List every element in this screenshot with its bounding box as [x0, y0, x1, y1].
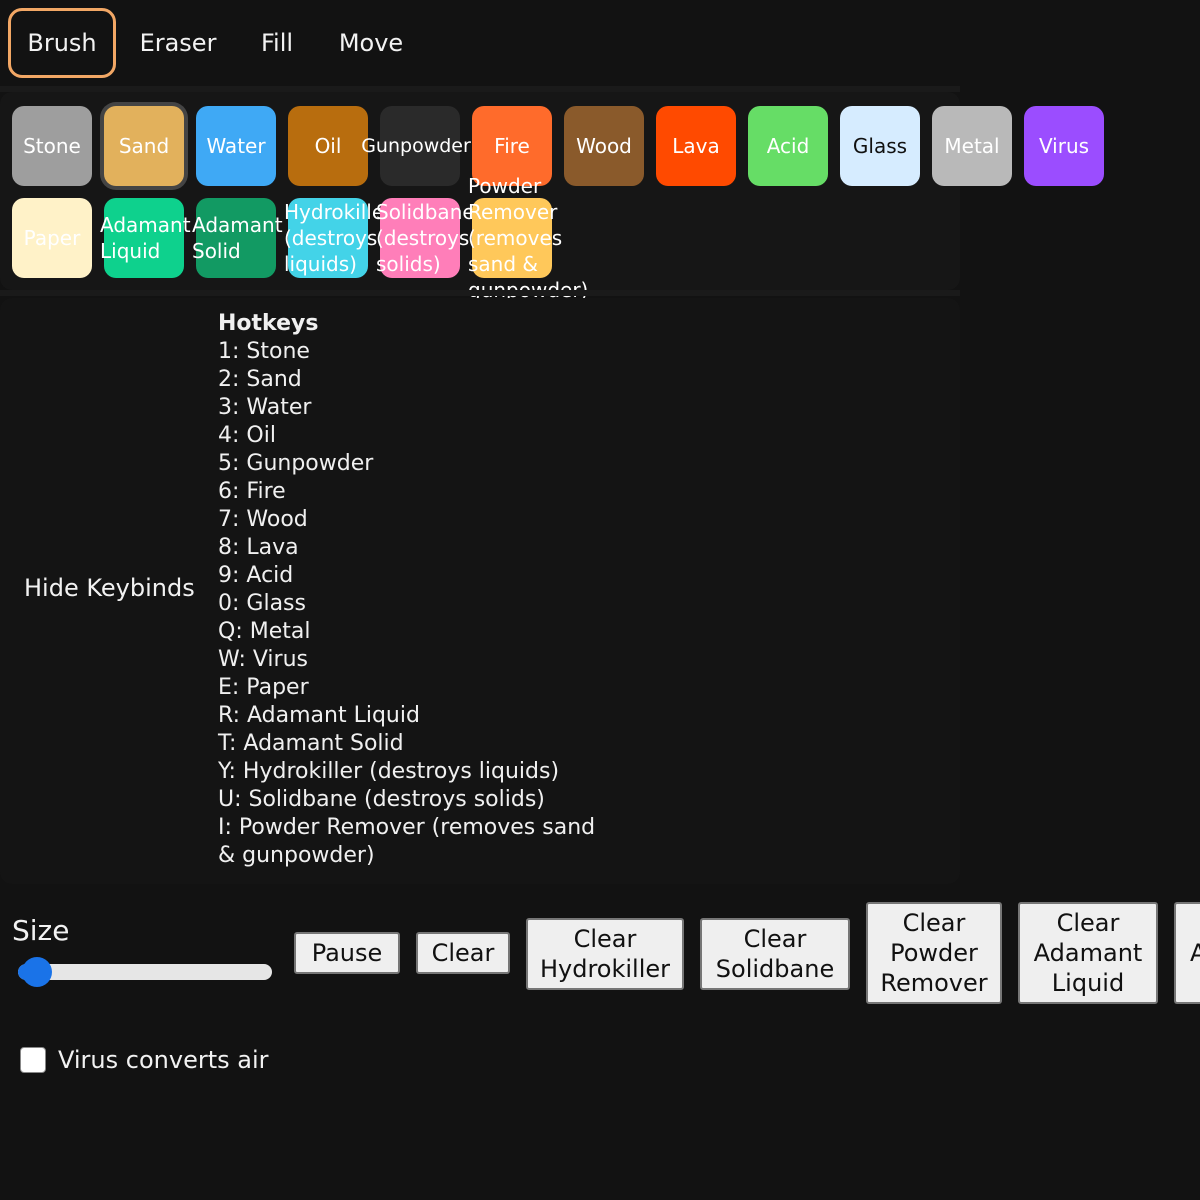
- hotkey-item: 8: Lava: [218, 535, 299, 560]
- material-lava[interactable]: Lava: [656, 106, 736, 186]
- material-sand[interactable]: Sand: [104, 106, 184, 186]
- material-adamant-solid[interactable]: Adamant Solid: [192, 198, 283, 278]
- material-label: Sand: [118, 134, 170, 158]
- tool-eraser[interactable]: Eraser: [130, 8, 226, 78]
- material-label: Oil: [314, 134, 342, 158]
- tool-bar: Brush Eraser Fill Move: [0, 0, 1200, 86]
- material-label: Glass: [852, 134, 908, 158]
- clear-hydrokiller-button[interactable]: Clear Hydrokiller: [526, 918, 684, 990]
- material-label: Lava: [672, 134, 720, 158]
- hotkey-item: U: Solidbane (destroys solids): [218, 787, 545, 812]
- material-virus[interactable]: Virus: [1024, 106, 1104, 186]
- hotkey-item: 5: Gunpowder: [218, 451, 374, 476]
- material-label: Wood: [576, 134, 632, 158]
- material-stone[interactable]: Stone: [12, 106, 92, 186]
- material-metal[interactable]: Metal: [932, 106, 1012, 186]
- material-label: Metal: [944, 134, 1000, 158]
- material-powder-remover[interactable]: Powder Remover (removes sand & gunpowder…: [468, 174, 588, 302]
- material-label: Acid: [766, 134, 810, 158]
- tool-brush[interactable]: Brush: [8, 8, 116, 78]
- material-label: Fire: [494, 134, 530, 158]
- material-hydrokiller[interactable]: Hydrokiller (destroys liquids): [284, 198, 392, 278]
- hotkey-item: R: Adamant Liquid: [218, 703, 420, 728]
- pause-button[interactable]: Pause: [294, 932, 400, 974]
- tool-move[interactable]: Move: [328, 8, 414, 78]
- hotkey-item: 9: Acid: [218, 563, 294, 588]
- material-paper[interactable]: Paper: [12, 198, 92, 278]
- virus-converts-air-checkbox[interactable]: [20, 1047, 46, 1073]
- hotkeys-title: Hotkeys: [218, 311, 319, 336]
- hotkey-item: 3: Water: [218, 395, 312, 420]
- clear-adamant-solid-button[interactable]: A: [1174, 902, 1200, 1004]
- hotkey-item: 6: Fire: [218, 479, 286, 504]
- hotkey-item: W: Virus: [218, 647, 308, 672]
- virus-option-row: Virus converts air: [20, 1040, 268, 1080]
- hotkey-item: 4: Oil: [218, 423, 276, 448]
- hotkey-item: Y: Hydrokiller (destroys liquids): [218, 759, 560, 784]
- tool-fill[interactable]: Fill: [250, 8, 304, 78]
- hotkey-item: 0: Glass: [218, 591, 306, 616]
- material-acid[interactable]: Acid: [748, 106, 828, 186]
- material-water[interactable]: Water: [196, 106, 276, 186]
- clear-solidbane-button[interactable]: Clear Solidbane: [700, 918, 850, 990]
- material-label: Gunpowder: [361, 135, 471, 157]
- material-label: Hydrokiller (destroys liquids): [284, 200, 393, 276]
- material-adamant-liquid[interactable]: Adamant Liquid: [100, 198, 191, 278]
- slider-thumb[interactable]: [22, 957, 53, 987]
- hotkeys-list: Hotkeys 1: Stone 2: Sand 3: Water 4: Oil 5: …: [218, 310, 618, 870]
- hotkey-item: I: Powder Remover (removes sand & gunpow…: [218, 815, 596, 868]
- hotkey-item: T: Adamant Solid: [218, 731, 404, 756]
- material-gunpowder[interactable]: Gunpowder: [361, 106, 471, 186]
- hotkey-items: 1: Stone 2: Sand 3: Water 4: Oil 5: Gunpowde…: [218, 338, 618, 870]
- divider: [0, 290, 960, 296]
- size-slider[interactable]: [18, 957, 272, 987]
- hotkey-item: E: Paper: [218, 675, 309, 700]
- clear-powder-remover-button[interactable]: Clear Powder Remover: [866, 902, 1002, 1004]
- material-solidbane[interactable]: Solidbane (destroys solids): [376, 198, 475, 278]
- hide-keybinds-button[interactable]: Hide Keybinds: [24, 574, 195, 602]
- material-label: Paper: [23, 226, 81, 250]
- hotkey-item: 1: Stone: [218, 339, 310, 364]
- material-label: Virus: [1038, 134, 1090, 158]
- hotkey-item: 2: Sand: [218, 367, 302, 392]
- material-label: Adamant Liquid: [100, 213, 191, 263]
- virus-converts-air-label: Virus converts air: [58, 1046, 269, 1074]
- size-label: Size: [12, 914, 70, 947]
- material-label: Adamant Solid: [192, 213, 283, 263]
- clear-button[interactable]: Clear: [416, 932, 510, 974]
- material-label: Solidbane (destroys solids): [376, 200, 475, 276]
- material-label: Powder Remover (removes sand & gunpowder…: [468, 174, 588, 302]
- material-glass[interactable]: Glass: [840, 106, 920, 186]
- hotkey-item: Q: Metal: [218, 619, 311, 644]
- hotkey-item: 7: Wood: [218, 507, 308, 532]
- clear-adamant-liquid-button[interactable]: Clear Adamant Liquid: [1018, 902, 1158, 1004]
- slider-track: [18, 964, 272, 980]
- material-label: Stone: [23, 134, 81, 158]
- material-label: Water: [206, 134, 266, 158]
- material-oil[interactable]: Oil: [288, 106, 368, 186]
